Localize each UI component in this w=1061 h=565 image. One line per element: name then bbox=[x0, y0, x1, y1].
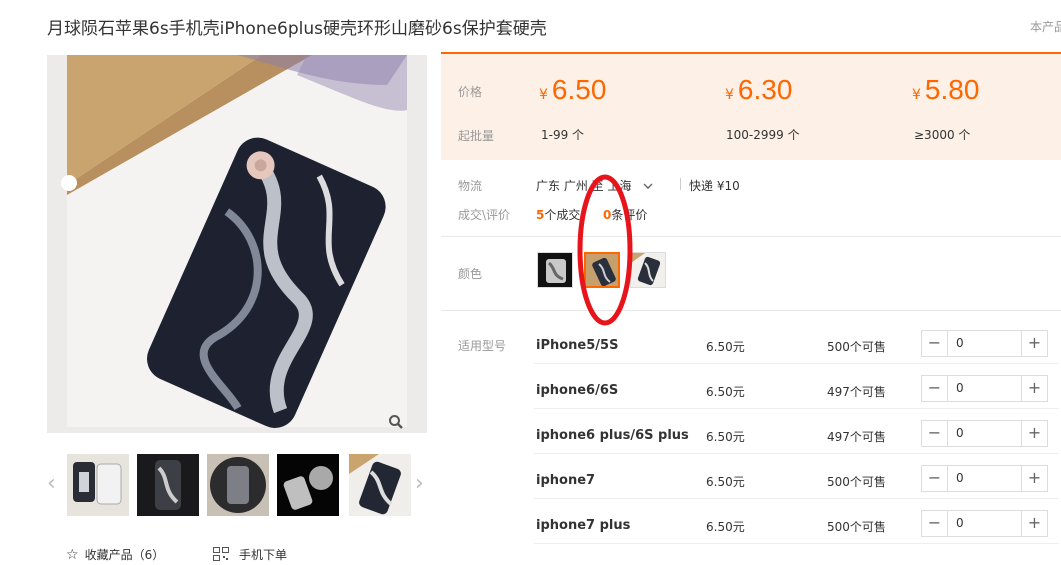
model-row: iPhone5/5S 6.50元 500个可售 − 0 + bbox=[534, 330, 1061, 375]
model-price: 6.50元 bbox=[706, 520, 745, 534]
model-row: iphone6/6S 6.50元 497个可售 − 0 + bbox=[534, 375, 1061, 420]
deals-label: 成交\评价 bbox=[458, 208, 511, 222]
quantity-stepper: − 0 + bbox=[921, 330, 1048, 357]
zoom-icon[interactable] bbox=[388, 414, 404, 430]
review-count[interactable]: 0条评价 bbox=[603, 206, 647, 223]
divider bbox=[534, 453, 1059, 454]
tier-range-2: 100-2999 个 bbox=[726, 128, 800, 142]
divider bbox=[441, 236, 1061, 237]
plus-icon[interactable]: + bbox=[1021, 376, 1047, 401]
color-swatch-3[interactable] bbox=[630, 252, 666, 288]
minus-icon[interactable]: − bbox=[922, 376, 948, 401]
price-panel bbox=[441, 54, 1061, 160]
logistics-label: 物流 bbox=[458, 179, 483, 193]
minus-icon[interactable]: − bbox=[922, 511, 948, 536]
divider bbox=[534, 543, 1059, 544]
color-swatch-1[interactable] bbox=[537, 252, 573, 288]
tier-price-1: ¥6.50 bbox=[539, 74, 607, 105]
deal-count[interactable]: 5个成交 bbox=[536, 206, 580, 223]
model-stock: 500个可售 bbox=[827, 520, 886, 534]
quantity-input[interactable]: 0 bbox=[956, 336, 964, 350]
main-product-image[interactable] bbox=[47, 55, 427, 433]
tier-price-3: ¥5.80 bbox=[912, 74, 980, 105]
product-photo bbox=[47, 55, 427, 433]
quantity-stepper: − 0 + bbox=[921, 510, 1048, 537]
plus-icon[interactable]: + bbox=[1021, 421, 1047, 446]
model-price: 6.50元 bbox=[706, 475, 745, 489]
divider bbox=[534, 498, 1059, 499]
model-name: iphone7 bbox=[536, 473, 596, 488]
thumbnail-1[interactable] bbox=[67, 454, 129, 516]
model-price: 6.50元 bbox=[706, 340, 745, 354]
quantity-input[interactable]: 0 bbox=[956, 381, 964, 395]
color-swatch-2[interactable] bbox=[584, 252, 620, 288]
model-stock: 497个可售 bbox=[827, 430, 886, 444]
moq-label: 起批量 bbox=[458, 129, 495, 143]
minus-icon[interactable]: − bbox=[922, 466, 948, 491]
tier-range-1: 1-99 个 bbox=[541, 128, 585, 142]
thumbnail-4[interactable] bbox=[277, 454, 339, 516]
color-label: 颜色 bbox=[458, 267, 483, 281]
express-fee: 快递 ¥10 bbox=[689, 179, 740, 193]
divider bbox=[680, 178, 681, 190]
qr-code-icon bbox=[213, 547, 229, 564]
thumb-next-icon[interactable]: › bbox=[415, 470, 427, 498]
quantity-stepper: − 0 + bbox=[921, 420, 1048, 447]
thumbnail-3[interactable] bbox=[207, 454, 269, 516]
model-name: iphone6/6S bbox=[536, 383, 619, 398]
quantity-input[interactable]: 0 bbox=[956, 471, 964, 485]
logistics-route[interactable]: 广东 广州 至 上海 bbox=[536, 177, 653, 194]
quantity-stepper: − 0 + bbox=[921, 465, 1048, 492]
model-name: iPhone5/5S bbox=[536, 338, 619, 353]
model-stock: 497个可售 bbox=[827, 385, 886, 399]
star-icon: ☆ bbox=[66, 547, 79, 563]
chevron-down-icon bbox=[643, 179, 653, 193]
model-row: iphone7 plus 6.50元 500个可售 − 0 + bbox=[534, 510, 1061, 555]
quantity-input[interactable]: 0 bbox=[956, 426, 964, 440]
mobile-order-link[interactable]: 手机下单 bbox=[213, 546, 287, 564]
price-label: 价格 bbox=[458, 85, 483, 99]
product-title: 月球陨石苹果6s手机壳iPhone6plus硬壳环形山磨砂6s保护套硬壳 bbox=[47, 19, 547, 39]
plus-icon[interactable]: + bbox=[1021, 511, 1047, 536]
tier-price-2: ¥6.30 bbox=[725, 74, 793, 105]
model-price: 6.50元 bbox=[706, 385, 745, 399]
quantity-input[interactable]: 0 bbox=[956, 516, 964, 530]
thumbnail-2[interactable] bbox=[137, 454, 199, 516]
thumbnail-5[interactable] bbox=[349, 454, 411, 516]
quantity-stepper: − 0 + bbox=[921, 375, 1048, 402]
model-name: iphone6 plus/6S plus bbox=[536, 428, 689, 443]
model-stock: 500个可售 bbox=[827, 475, 886, 489]
model-row: iphone6 plus/6S plus 6.50元 497个可售 − 0 + bbox=[534, 420, 1061, 465]
model-stock: 500个可售 bbox=[827, 340, 886, 354]
favorite-link[interactable]: ☆ 收藏产品（6） bbox=[66, 546, 164, 563]
divider bbox=[534, 408, 1059, 409]
divider bbox=[534, 363, 1059, 364]
right-note: 本产品 bbox=[1030, 20, 1061, 34]
models-label: 适用型号 bbox=[458, 339, 507, 353]
tier-range-3: ≥3000 个 bbox=[914, 128, 971, 142]
model-row: iphone7 6.50元 500个可售 − 0 + bbox=[534, 465, 1061, 510]
divider bbox=[441, 310, 1061, 311]
plus-icon[interactable]: + bbox=[1021, 331, 1047, 356]
model-name: iphone7 plus bbox=[536, 518, 631, 533]
model-price: 6.50元 bbox=[706, 430, 745, 444]
minus-icon[interactable]: − bbox=[922, 331, 948, 356]
thumb-prev-icon[interactable]: ‹ bbox=[47, 470, 59, 498]
minus-icon[interactable]: − bbox=[922, 421, 948, 446]
plus-icon[interactable]: + bbox=[1021, 466, 1047, 491]
